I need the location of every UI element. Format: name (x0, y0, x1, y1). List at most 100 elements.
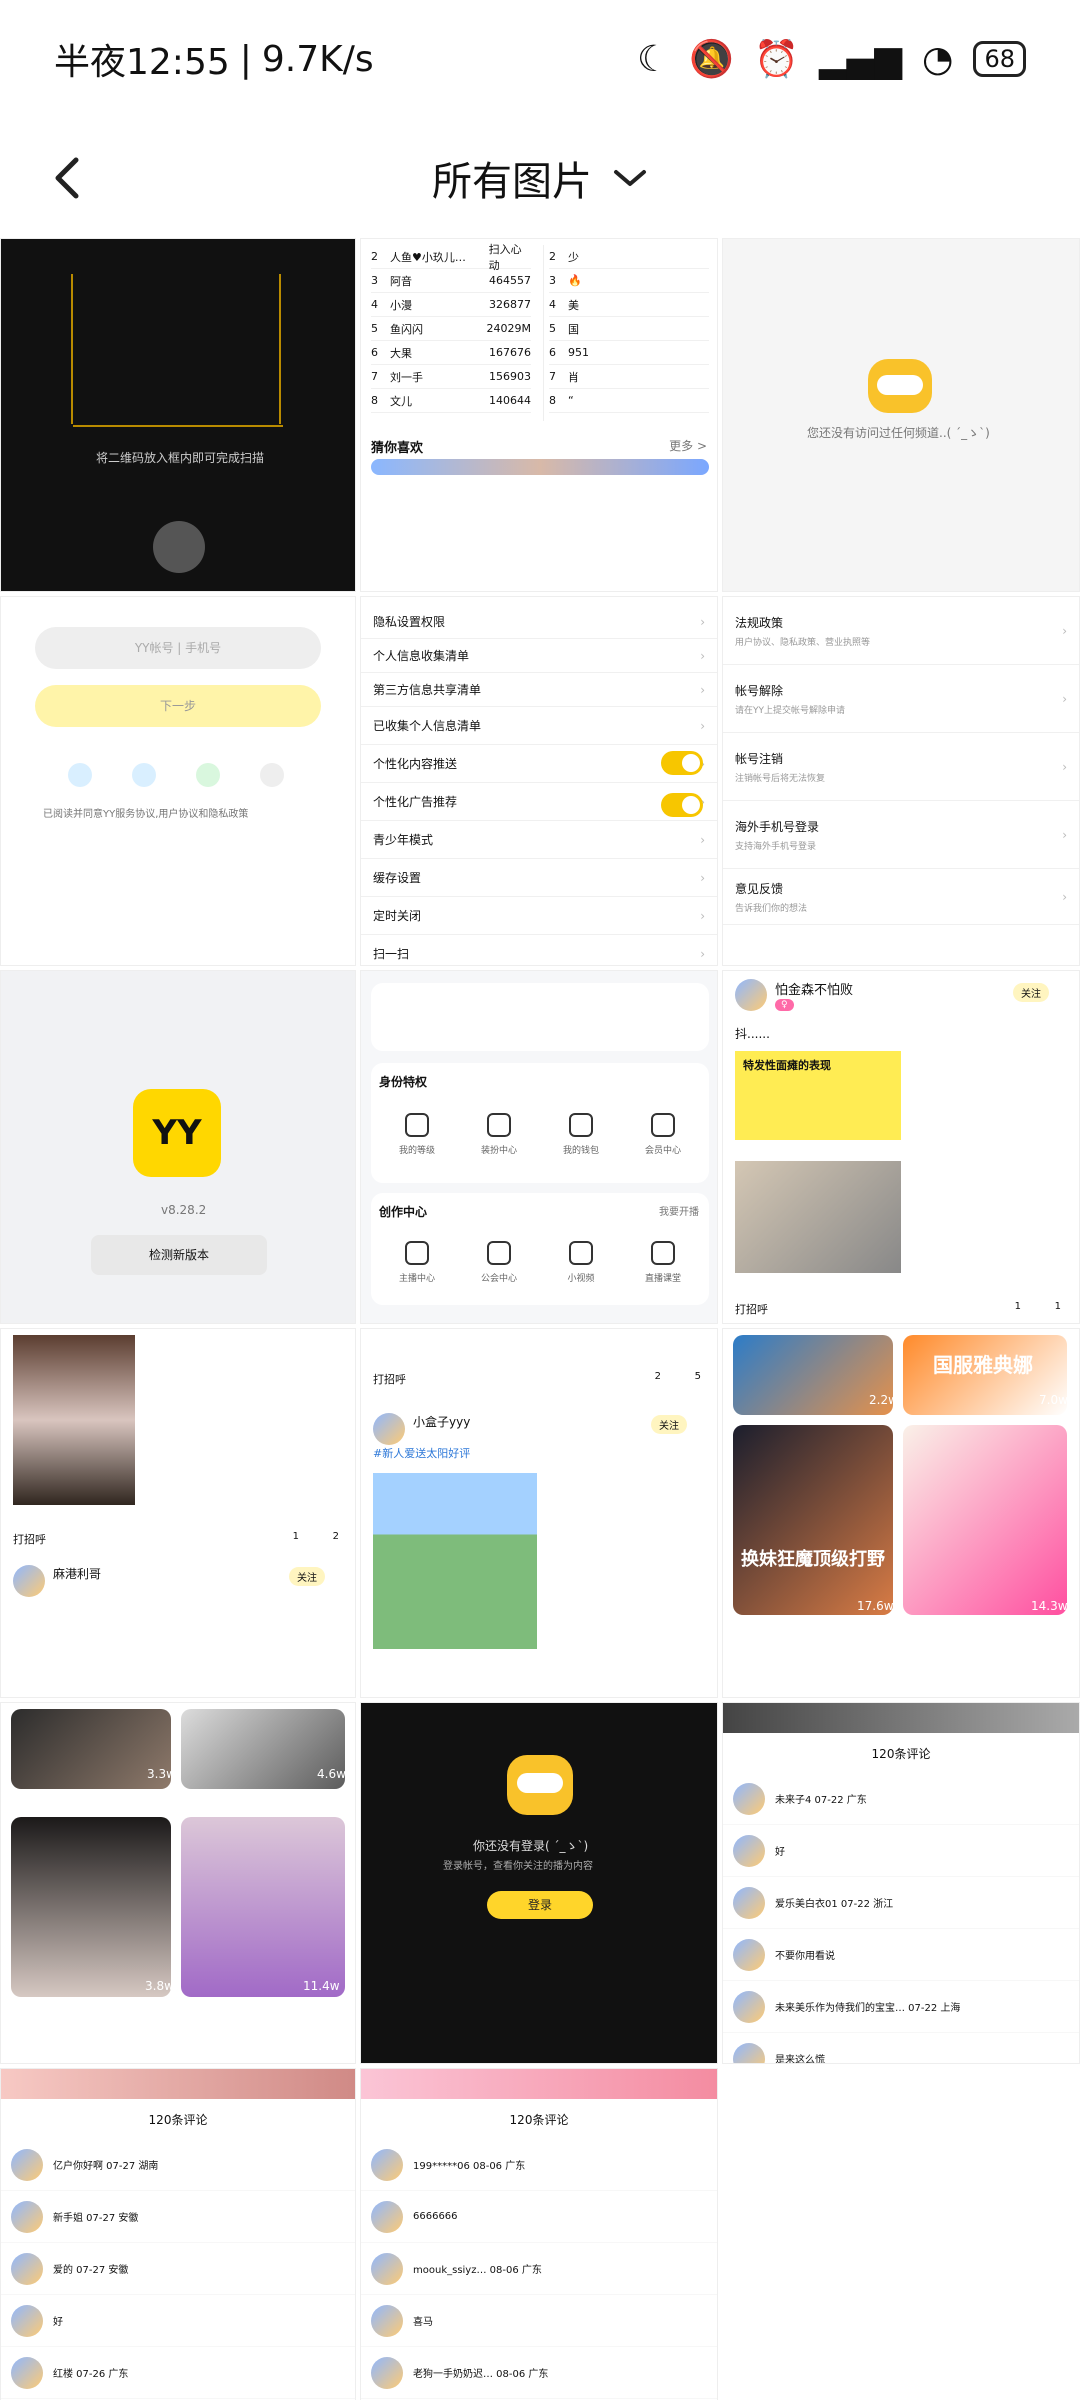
image-privacy-settings[interactable]: 隐私设置权限 › 个人信息收集清单 › 第三方信息共享清单 › 已收集个人信息清单 › 个性化内… (360, 596, 718, 966)
album-title[interactable]: 所有图片 (432, 149, 648, 207)
legal-item[interactable]: 法规政策 用户协议、隐私政策、营业执照等 › (723, 597, 1079, 665)
back-icon[interactable] (40, 146, 104, 210)
legal-item[interactable]: 海外手机号登录 支持海外手机号登录 › (723, 801, 1079, 869)
comment-item[interactable]: 好 (723, 1825, 1079, 1877)
rank-row[interactable]: 3 阿音 464557 (371, 269, 531, 293)
image-post-3[interactable]: 打招呼 2 5 小盒子yyy 关注 #新人爱送太阳好评 (360, 1328, 718, 1698)
legal-item[interactable]: 帐号注销 注销帐号后将无法恢复 › (723, 733, 1079, 801)
rank-number: 7 (371, 370, 378, 383)
rank-row[interactable]: 6 大果 167676 (371, 341, 531, 365)
like-button[interactable]: 打招呼 (735, 1301, 768, 1317)
comment-item[interactable]: 未来美乐作为侍我们的宝宝… 07-22 上海 (723, 1981, 1079, 2033)
comment-item[interactable]: 199*****06 08-06 广东 (361, 2139, 717, 2191)
profile-icon[interactable]: 直播课堂 (631, 1241, 695, 1284)
comment-text: moouk_ssiyz… 08-06 广东 (413, 2265, 542, 2276)
login-button[interactable]: 登录 (487, 1891, 593, 1919)
like-button[interactable]: 打招呼 (373, 1371, 406, 1387)
comment-item[interactable]: 6666666 (361, 2191, 717, 2243)
privacy-item[interactable]: 定时关闭 › (361, 897, 717, 935)
phone-input[interactable]: YY帐号 | 手机号 (35, 627, 321, 669)
privacy-item[interactable]: 缓存设置 › (361, 859, 717, 897)
live-link[interactable]: 我要开播 (659, 1203, 699, 1218)
comment-text: 爱的 07-27 安徽 (53, 2265, 129, 2276)
avatar (733, 1886, 765, 1919)
agreement: 已阅读并同意YY服务协议,用户协议和隐私政策 (43, 809, 249, 820)
image-live-games[interactable]: 2.2w 7.0w 国服雅典娜 换妹狂魔顶级打野 17.6w 14.3w (722, 1328, 1080, 1698)
check-update-button[interactable]: 检测新版本 (91, 1235, 267, 1275)
profile-icon[interactable]: 小视频 (549, 1241, 613, 1284)
avatar (371, 2148, 403, 2181)
follow-button[interactable]: 关注 (289, 1567, 325, 1586)
privacy-item[interactable]: 隐私设置权限 › (361, 605, 717, 639)
rank-row[interactable]: 2 人鱼♥小玖儿… 扫入心动 (371, 243, 531, 272)
next-button[interactable]: 下一步 (35, 685, 321, 727)
comment-item[interactable]: 新手姐 07-27 安徽 (1, 2191, 355, 2243)
like-button[interactable]: 打招呼 (13, 1531, 46, 1547)
profile-icon[interactable]: 装扮中心 (467, 1113, 531, 1156)
legal-item[interactable]: 意见反馈 告诉我们你的想法 › (723, 869, 1079, 925)
chevron-right-icon: › (700, 718, 705, 733)
image-legal[interactable]: 法规政策 用户协议、隐私政策、营业执照等 › 帐号解除 请在YY上提交帐号解除申请 › 帐号… (722, 596, 1080, 966)
image-empty-channels[interactable]: 您还没有访问过任何频道..( ´_ゝ`) (722, 238, 1080, 592)
image-comments-2[interactable]: 120条评论 亿户你好啊 07-27 湖南 新手姐 07-27 安徽 爱的 07-2… (0, 2068, 356, 2400)
comment-item[interactable]: 红楼 07-26 广东 (1, 2347, 355, 2399)
rank-row[interactable]: 5 鱼闪闪 24029M (371, 317, 531, 341)
content-push-toggle[interactable] (661, 751, 703, 775)
image-rank-list[interactable]: 2 人鱼♥小玖儿… 扫入心动 3 阿音 464557 4 小漫 326877 5 鱼闪闪 24029M… (360, 238, 718, 592)
avatar (733, 1938, 765, 1971)
comment-item[interactable]: 喜马 (361, 2295, 717, 2347)
image-comments-3[interactable]: 120条评论 199*****06 08-06 广东 6666666 moouk_s… (360, 2068, 718, 2400)
comment-item[interactable]: 是来这么慌 (723, 2033, 1079, 2063)
image-comments-1[interactable]: 120条评论 未来子4 07-22 广东好爱乐美白衣01 07-22 浙江 不要你… (722, 1702, 1080, 2064)
rank-row[interactable]: 7 刘一手 156903 (371, 365, 531, 389)
menu-icon (569, 1113, 593, 1137)
profile-icon[interactable]: 主播中心 (385, 1241, 449, 1284)
image-dark-login[interactable]: 你还没有登录( ´_ゝ`) 登录帐号，查看你关注的播为内容 登录 (360, 1702, 718, 2064)
profile-icon[interactable]: 公会中心 (467, 1241, 531, 1284)
ad-recommend-toggle[interactable] (661, 793, 703, 817)
image-post-2[interactable]: 打招呼 1 2 麻港利哥 关注 (0, 1328, 356, 1698)
image-about[interactable]: YY v8.28.2 检测新版本 (0, 970, 356, 1324)
image-login[interactable]: YY帐号 | 手机号 下一步 已阅读并同意YY服务协议,用户协议和隐私政策 (0, 596, 356, 966)
privacy-item[interactable]: 个人信息收集清单 › (361, 639, 717, 673)
divider: | (239, 38, 252, 80)
image-profile-menu[interactable]: 身份特权 创作中心 我要开播 我的等级 装扮中心 我的钱包 会员中心 主播中心 公会中心 小… (360, 970, 718, 1324)
privacy-item[interactable]: 第三方信息共享清单 › (361, 673, 717, 707)
comment-item[interactable]: 爱乐美白衣01 07-22 浙江 (723, 1877, 1079, 1929)
chevron-right-icon: › (1062, 759, 1067, 774)
comment-item[interactable]: 爱的 07-27 安徽 (1, 2243, 355, 2295)
image-post-1[interactable]: 怕金森不怕败 ♀ 关注 抖...... 特发性面瘫的表现 打招呼 1 1 (722, 970, 1080, 1324)
like-count: 1 (1054, 1301, 1061, 1312)
profile-icon[interactable]: 我的等级 (385, 1113, 449, 1156)
comment-item[interactable]: 好 (1, 2295, 355, 2347)
privacy-item[interactable]: 青少年模式 › (361, 821, 717, 859)
scan-tip: 将二维码放入框内即可完成扫描 (96, 451, 265, 465)
comment-item[interactable]: 老狗一手奶奶迟… 08-06 广东 (361, 2347, 717, 2399)
rank-value: 464557 (489, 274, 531, 287)
avatar (733, 1782, 765, 1815)
rank-name: 小漫 (390, 298, 412, 312)
more-link[interactable]: 更多 > (669, 437, 707, 454)
comment-list-3: 199*****06 08-06 广东 6666666 moouk_ssiyz… 0… (361, 2139, 717, 2400)
follow-button[interactable]: 关注 (1013, 983, 1049, 1002)
menu-icon (487, 1241, 511, 1265)
menu-icon (487, 1113, 511, 1137)
rank-row[interactable]: 8 文儿 140644 (371, 389, 531, 413)
comment-item[interactable]: 亿户你好啊 07-27 湖南 (1, 2139, 355, 2191)
follow-button[interactable]: 关注 (651, 1415, 687, 1434)
image-live-people[interactable]: 3.3w 4.6w 3.8w 11.4w (0, 1702, 356, 2064)
comment-item[interactable]: 未来子4 07-22 广东 (723, 1773, 1079, 1825)
profile-icon[interactable]: 会员中心 (631, 1113, 695, 1156)
profile-icon-label: 我的钱包 (562, 1146, 599, 1156)
privacy-item[interactable]: 扫一扫 › (361, 935, 717, 965)
image-scan[interactable]: 将二维码放入框内即可完成扫描 (0, 238, 356, 592)
privacy-label: 扫一扫 (373, 947, 410, 961)
rank-name: 文儿 (390, 394, 412, 408)
legal-item[interactable]: 帐号解除 请在YY上提交帐号解除申请 › (723, 665, 1079, 733)
profile-icon[interactable]: 我的钱包 (549, 1113, 613, 1156)
comment-text: 6666666 (413, 2211, 458, 2222)
rank-row[interactable]: 4 小漫 326877 (371, 293, 531, 317)
comment-item[interactable]: moouk_ssiyz… 08-06 广东 (361, 2243, 717, 2295)
privacy-item[interactable]: 已收集个人信息清单 › (361, 707, 717, 745)
comment-item[interactable]: 不要你用看说 (723, 1929, 1079, 1981)
